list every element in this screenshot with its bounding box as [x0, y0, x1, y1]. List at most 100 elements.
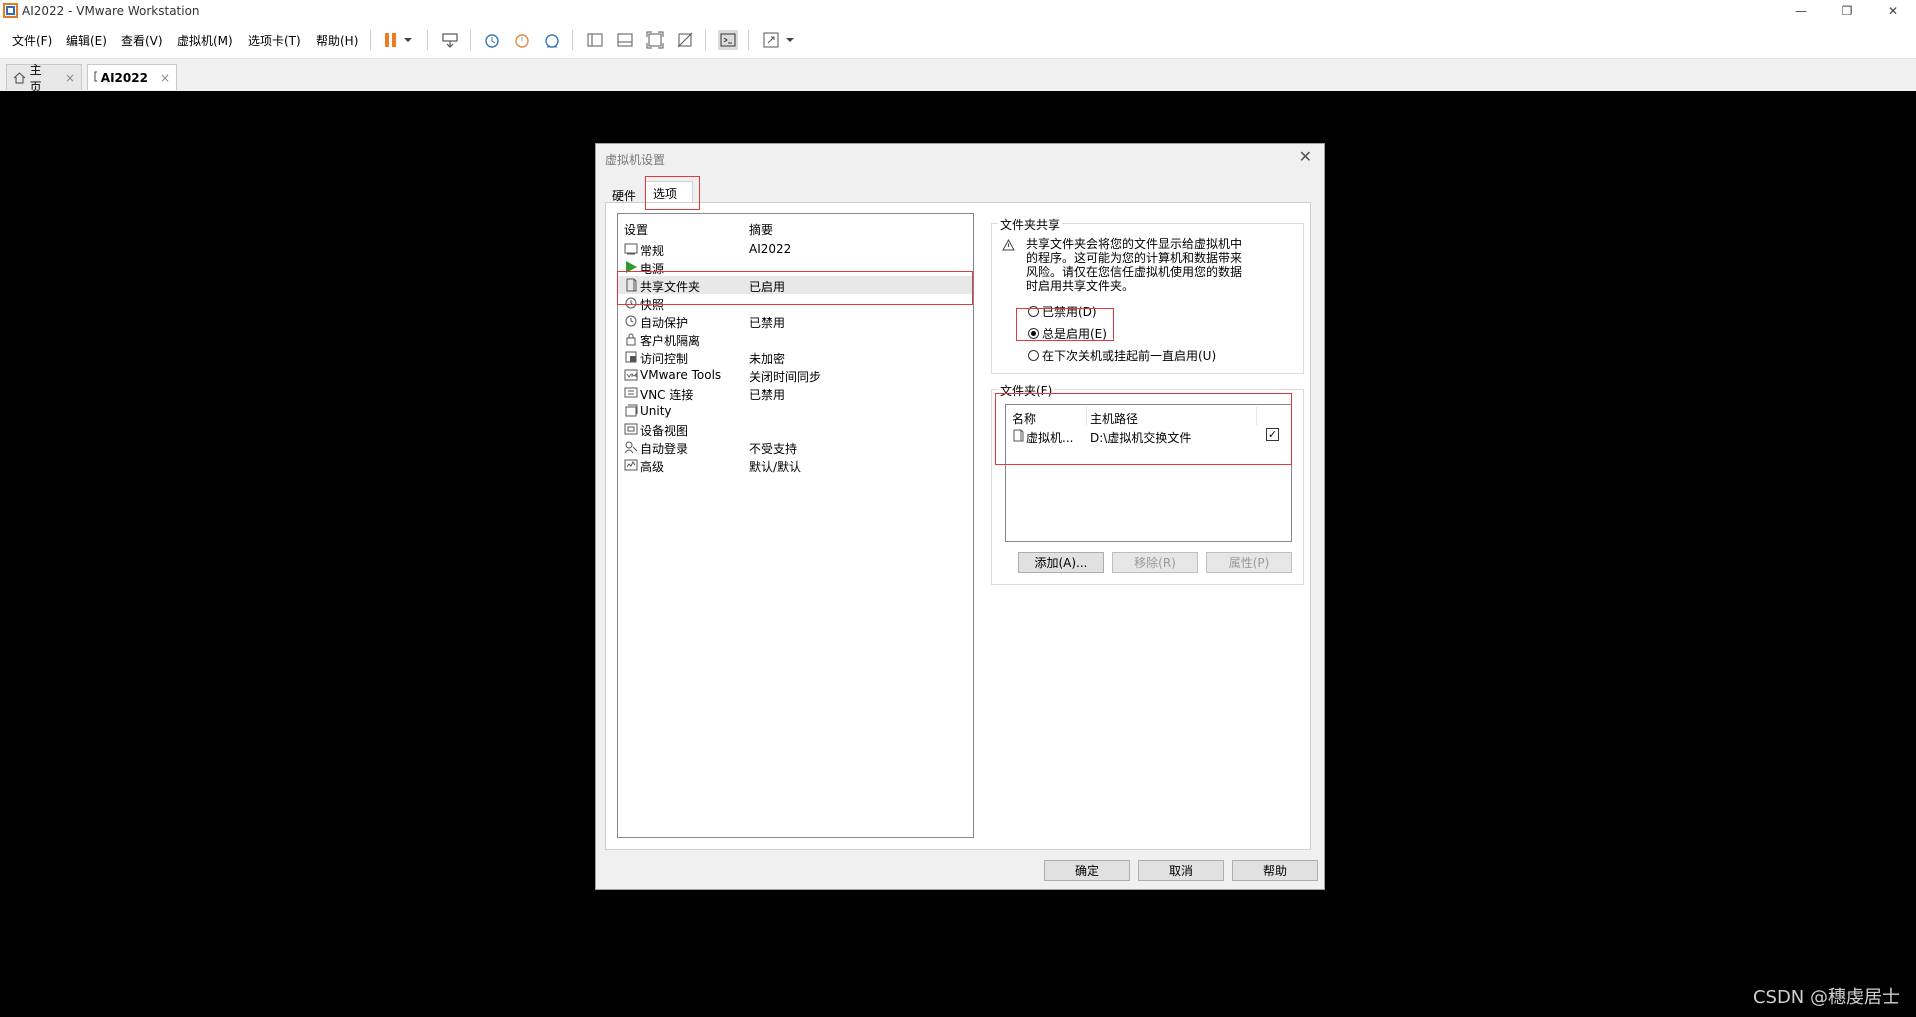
- setting-summary: 已禁用: [749, 316, 786, 330]
- watermark: CSDN @穗虔居士: [1752, 987, 1900, 1008]
- dialog-title: 虚拟机设置: [605, 153, 666, 167]
- settings-row[interactable]: 高级 默认/默认: [618, 456, 973, 474]
- vnc-icon: [624, 387, 638, 398]
- settings-row[interactable]: Unity: [618, 402, 973, 420]
- thumbnail-bar-icon[interactable]: [615, 30, 635, 50]
- general-icon: [624, 243, 638, 255]
- col-path-header[interactable]: 主机路径: [1090, 410, 1138, 427]
- setting-name: 自动保护: [640, 316, 689, 330]
- menu-edit[interactable]: 编辑(E): [66, 32, 107, 49]
- close-window-button[interactable]: ✕: [1870, 0, 1916, 22]
- menu-vm[interactable]: 虚拟机(M): [177, 32, 233, 49]
- ok-button[interactable]: 确定: [1044, 860, 1130, 881]
- settings-row[interactable]: 客户机隔离: [618, 330, 973, 348]
- setting-name: 高级: [640, 460, 665, 474]
- settings-row[interactable]: 电源: [618, 258, 973, 276]
- warning-line: 共享文件夹会将您的文件显示给虚拟机中: [1026, 237, 1243, 251]
- autologin-icon: [624, 441, 638, 454]
- access-control-icon: [625, 351, 637, 363]
- radio-circle: [1028, 306, 1039, 317]
- radio-always-enabled[interactable]: 总是启用(E): [1028, 325, 1107, 342]
- setting-name: 自动登录: [640, 442, 689, 456]
- menu-file[interactable]: 文件(F): [12, 32, 52, 49]
- warning-line: 风险。请仅在您信任虚拟机使用您的数据: [1026, 265, 1243, 279]
- folder-enabled-checkbox[interactable]: ✓: [1266, 428, 1279, 441]
- pause-icon[interactable]: [381, 30, 401, 50]
- setting-name: Unity: [640, 404, 672, 418]
- remove-button[interactable]: 移除(R): [1112, 552, 1198, 573]
- close-tab-icon[interactable]: ×: [65, 71, 75, 85]
- settings-list: 设置 摘要 常规 AI2022 电源 共享文件夹 已启用 快照 自动保护 已禁用 客户机隔离 访问…: [617, 213, 974, 838]
- full-screen-icon[interactable]: [645, 30, 665, 50]
- stretch-chevron-down-icon[interactable]: [784, 30, 796, 50]
- settings-row[interactable]: 共享文件夹 已启用: [618, 276, 973, 294]
- settings-row[interactable]: 常规 AI2022: [618, 240, 973, 258]
- menu-view[interactable]: 查看(V): [121, 32, 163, 49]
- close-tab-icon[interactable]: ×: [160, 71, 170, 85]
- setting-name: 访问控制: [640, 352, 689, 366]
- shared-folder-icon: [1013, 429, 1024, 442]
- revert-snapshot-icon[interactable]: [512, 30, 532, 50]
- snapshot-icon[interactable]: [482, 30, 502, 50]
- setting-name: 客户机隔离: [640, 334, 701, 348]
- tab-strip: 主页 × AI2022 ×: [0, 59, 1916, 94]
- warning-line: 时启用共享文件夹。: [1026, 279, 1135, 293]
- unity-mode-icon[interactable]: [675, 30, 695, 50]
- add-button[interactable]: 添加(A)...: [1018, 552, 1104, 573]
- advanced-icon: [624, 459, 638, 471]
- menu-help[interactable]: 帮助(H): [316, 32, 358, 49]
- snapshot-icon: [625, 297, 637, 309]
- vm-icon: [94, 71, 97, 82]
- restore-button[interactable]: ❐: [1824, 0, 1870, 22]
- settings-row[interactable]: 快照: [618, 294, 973, 312]
- properties-button[interactable]: 属性(P): [1206, 552, 1292, 573]
- setting-name: 电源: [640, 262, 665, 276]
- vmware-app-icon: [3, 3, 18, 18]
- col-name-header[interactable]: 名称: [1012, 410, 1036, 427]
- folder-sharing-group: 文件夹共享 共享文件夹会将您的文件显示给虚拟机中 的程序。这可能为您的计算机和数…: [991, 216, 1304, 374]
- setting-summary: 已启用: [749, 280, 786, 294]
- library-view-icon[interactable]: [585, 30, 605, 50]
- snapshot-manager-icon[interactable]: [542, 30, 562, 50]
- settings-row[interactable]: 访问控制 未加密: [618, 348, 973, 366]
- send-keys-icon[interactable]: [440, 30, 460, 50]
- setting-name: 快照: [640, 298, 665, 312]
- table-row[interactable]: 虚拟机... D:\虚拟机交换文件 ✓: [1006, 427, 1291, 445]
- settings-row[interactable]: VMware Tools 关闭时间同步: [618, 366, 973, 384]
- tab-home[interactable]: 主页 ×: [6, 63, 82, 94]
- setting-summary: 不受支持: [749, 442, 798, 456]
- tab-options[interactable]: 选项: [653, 185, 677, 202]
- settings-row[interactable]: 自动保护 已禁用: [618, 312, 973, 330]
- stretch-guest-icon[interactable]: [761, 30, 781, 50]
- settings-row[interactable]: 自动登录 不受支持: [618, 438, 973, 456]
- help-button[interactable]: 帮助: [1232, 860, 1318, 881]
- console-view-icon[interactable]: [718, 30, 738, 50]
- tab-ai2022[interactable]: AI2022 ×: [87, 64, 177, 90]
- setting-name: VNC 连接: [640, 388, 694, 402]
- window-title: AI2022 - VMware Workstation: [22, 4, 200, 18]
- power-icon: [626, 261, 637, 273]
- setting-summary: 未加密: [749, 352, 786, 366]
- chevron-down-icon[interactable]: [402, 30, 414, 50]
- cancel-button[interactable]: 取消: [1138, 860, 1224, 881]
- close-icon[interactable]: ✕: [1299, 147, 1312, 166]
- radio-disabled[interactable]: 已禁用(D): [1028, 303, 1097, 320]
- folders-table: 名称 主机路径 虚拟机... D:\虚拟机交换文件 ✓: [1005, 404, 1292, 542]
- lock-icon: [626, 333, 636, 346]
- folder-sharing-legend: 文件夹共享: [998, 216, 1063, 233]
- radio-circle: [1028, 350, 1039, 361]
- setting-summary: 已禁用: [749, 388, 786, 402]
- col-setting-header[interactable]: 设置: [624, 221, 648, 238]
- radio-always-enabled-label: 总是启用(E): [1042, 327, 1107, 341]
- radio-until-poweroff[interactable]: 在下次关机或挂起前一直启用(U): [1028, 347, 1216, 364]
- radio-until-poweroff-label: 在下次关机或挂起前一直启用(U): [1042, 349, 1217, 363]
- col-summary-header[interactable]: 摘要: [749, 221, 773, 238]
- shared-folder-icon: [626, 278, 637, 292]
- menu-tabs[interactable]: 选项卡(T): [248, 32, 301, 49]
- warning-icon: [1002, 239, 1015, 251]
- minimize-button[interactable]: —: [1778, 0, 1824, 22]
- setting-name: 常规: [640, 244, 665, 258]
- settings-row[interactable]: VNC 连接 已禁用: [618, 384, 973, 402]
- unity-icon: [625, 404, 638, 417]
- settings-row[interactable]: 设备视图: [618, 420, 973, 438]
